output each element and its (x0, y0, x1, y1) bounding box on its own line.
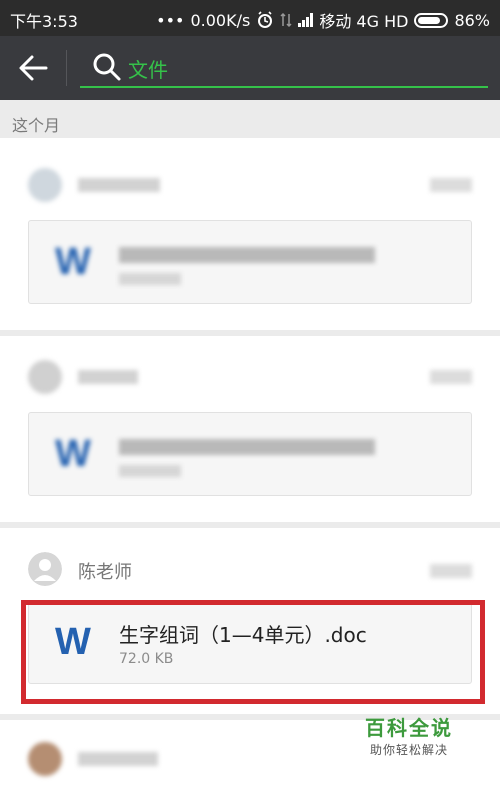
search-underline (80, 86, 488, 88)
search-input[interactable]: 文件 (128, 54, 168, 83)
battery-icon (414, 12, 449, 28)
section-label: 这个月 (12, 116, 61, 135)
status-bar: 下午3:53 ••• 0.00K/s 移动 4G HD 86% (0, 0, 500, 36)
status-dots: ••• (156, 10, 185, 30)
toolbar-divider (66, 50, 67, 86)
message-card[interactable]: W (0, 138, 500, 330)
signal-icon (298, 13, 314, 27)
file-size-blurred (119, 465, 181, 477)
sender-name: 陈老师 (78, 562, 132, 583)
avatar (28, 360, 62, 394)
status-time: 下午3:53 (10, 12, 78, 31)
file-size-blurred (119, 273, 181, 285)
avatar (28, 742, 62, 776)
search-icon (93, 53, 121, 81)
sender-name-blurred (78, 752, 158, 766)
default-avatar-icon (28, 552, 62, 586)
watermark-subtitle: 助你轻松解决 (369, 743, 448, 757)
word-file-icon: W (55, 241, 91, 283)
highlight-box (21, 600, 485, 704)
search-toolbar: 文件 (0, 36, 500, 100)
date-blurred (430, 178, 472, 192)
battery-percent: 86% (454, 10, 490, 30)
date-blurred (430, 370, 472, 384)
sender-name-blurred (78, 178, 160, 192)
watermark-title: 百科全说 (365, 716, 453, 740)
watermark: 百科全说 助你轻松解决 (350, 712, 468, 758)
word-file-icon: W (55, 433, 91, 475)
file-name-blurred (119, 439, 375, 455)
sender-name-blurred (78, 370, 138, 384)
status-indicators: ••• 0.00K/s 移动 4G HD 86% (156, 8, 490, 32)
alarm-icon (258, 11, 273, 28)
message-card[interactable]: W (0, 336, 500, 522)
avatar (28, 168, 62, 202)
net-speed: 0.00K/s (190, 10, 251, 30)
file-attachment[interactable]: W (28, 412, 472, 496)
carrier-label: 移动 4G HD (319, 12, 409, 31)
back-arrow-icon[interactable] (16, 52, 52, 84)
date-blurred (430, 564, 472, 578)
data-transfer-icon (280, 12, 292, 28)
file-name-blurred (119, 247, 375, 263)
file-attachment[interactable]: W (28, 220, 472, 304)
